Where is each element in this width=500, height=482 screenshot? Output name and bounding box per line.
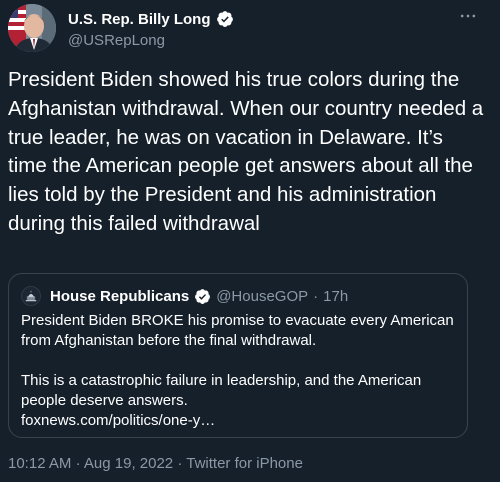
author-info: U.S. Rep. Billy Long @USRepLong xyxy=(68,8,234,49)
author-name-row: U.S. Rep. Billy Long xyxy=(68,8,234,30)
quote-header: House Republicans @HouseGOP · 17h xyxy=(21,286,455,306)
verified-badge-icon xyxy=(194,288,211,305)
quote-timestamp[interactable]: 17h xyxy=(323,288,348,305)
quote-author-handle[interactable]: @HouseGOP xyxy=(216,288,308,305)
quote-paragraph-1: President Biden BROKE his promise to eva… xyxy=(21,312,454,349)
quote-paragraph-2-text: This is a catastrophic failure in leader… xyxy=(21,372,422,409)
meta-separator-1: · xyxy=(75,455,81,472)
tweet-source[interactable]: Twitter for iPhone xyxy=(186,455,303,472)
author-handle[interactable]: @USRepLong xyxy=(68,32,234,49)
quote-author-avatar xyxy=(21,286,41,306)
quote-body: President Biden BROKE his promise to eva… xyxy=(21,311,455,431)
quote-tweet[interactable]: House Republicans @HouseGOP · 17h Presid… xyxy=(8,273,468,438)
meta-separator-2: · xyxy=(177,455,183,472)
author-avatar[interactable] xyxy=(8,4,56,52)
tweet-text: President Biden showed his true colors d… xyxy=(8,68,484,235)
quote-separator: · xyxy=(313,287,319,305)
tweet-time[interactable]: 10:12 AM xyxy=(8,455,71,472)
verified-badge-icon xyxy=(216,10,234,28)
more-horizontal-icon[interactable] xyxy=(454,6,482,26)
capitol-icon xyxy=(25,290,37,302)
author-name[interactable]: U.S. Rep. Billy Long xyxy=(68,11,211,28)
author-avatar-image xyxy=(8,4,56,52)
tweet-card: U.S. Rep. Billy Long @USRepLong Presiden… xyxy=(0,0,500,482)
tweet-header: U.S. Rep. Billy Long @USRepLong xyxy=(8,4,492,52)
quote-paragraph-2: This is a catastrophic failure in leader… xyxy=(21,371,455,431)
quote-link[interactable]: foxnews.com/politics/one-y… xyxy=(21,412,215,429)
quote-author-name[interactable]: House Republicans xyxy=(50,288,189,305)
tweet-date[interactable]: Aug 19, 2022 xyxy=(84,455,173,472)
tweet-metadata: 10:12 AM · Aug 19, 2022 · Twitter for iP… xyxy=(8,455,303,472)
